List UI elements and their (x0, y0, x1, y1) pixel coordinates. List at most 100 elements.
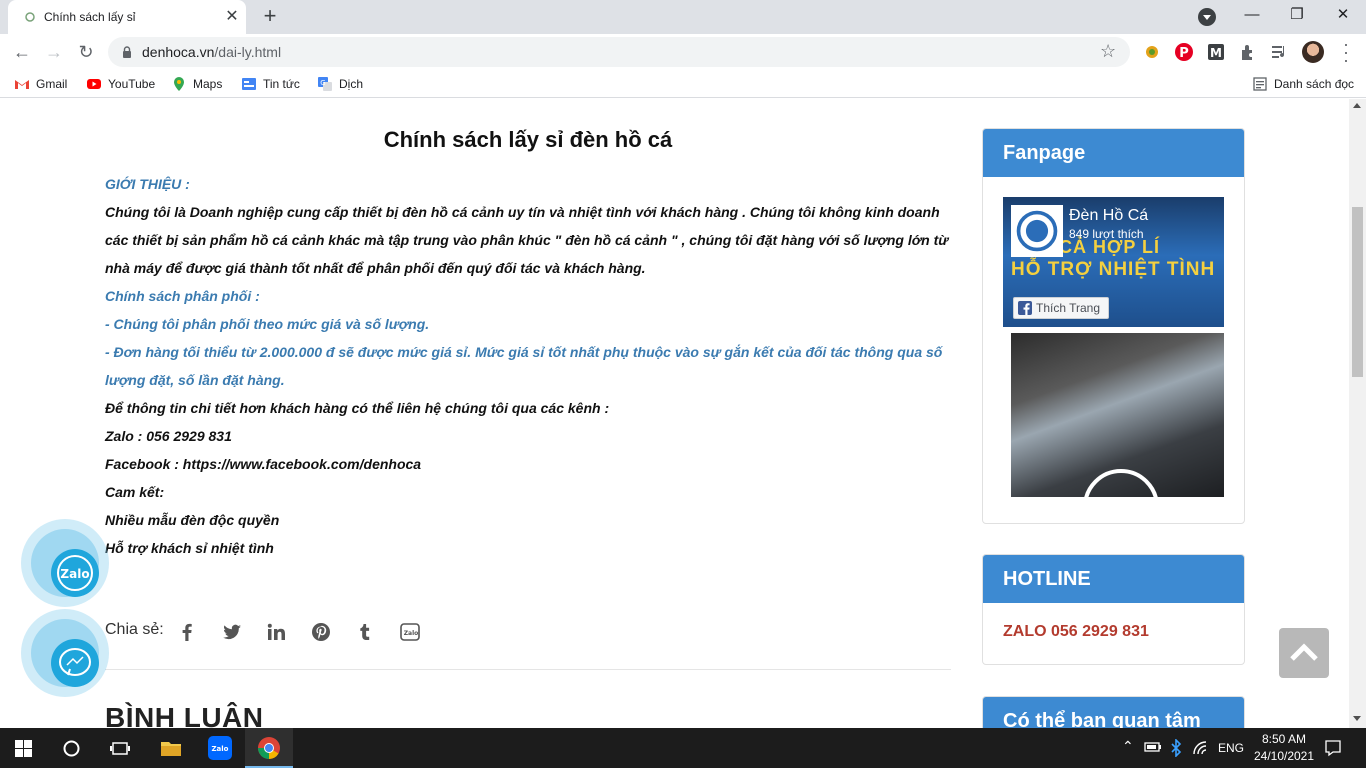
page-viewport: Chính sách lấy sỉ đèn hồ cá GIỚI THIỆU :… (0, 99, 1366, 728)
messenger-chat-ring (31, 619, 99, 687)
messenger-icon (59, 648, 91, 676)
url-text: denhoca.vn/dai-ly.html (142, 44, 282, 60)
m-extension-icon[interactable]: M (1206, 42, 1226, 62)
profile-avatar[interactable] (1302, 41, 1324, 63)
policy-item-2-line-2: lượng đặt, số lần đặt hàng. (105, 372, 285, 388)
share-label: Chia sẻ: (105, 621, 164, 638)
gmail-icon (15, 80, 29, 89)
google-translate-icon: G (318, 77, 332, 91)
cortana-circle-icon (63, 740, 80, 757)
media-control-icon[interactable] (1270, 42, 1290, 62)
tab-close-icon[interactable]: ✕ (222, 7, 242, 27)
fb-page-name[interactable]: Đèn Hồ Cá (1069, 207, 1148, 225)
forward-arrow-icon[interactable]: → (42, 40, 66, 64)
new-tab-button[interactable]: + (258, 5, 282, 29)
bluetooth-icon[interactable] (1170, 739, 1182, 757)
svg-text:Zalo: Zalo (211, 745, 228, 753)
tray-overflow-icon[interactable]: ⌃ (1122, 738, 1134, 755)
scroll-up-arrow-icon[interactable] (1353, 103, 1361, 108)
facebook-icon (1018, 301, 1032, 315)
bookmark-maps[interactable]: Maps (171, 76, 222, 92)
commit-item-1: Nhiều mẫu đèn độc quyền (105, 512, 280, 528)
minimize-icon[interactable]: — (1237, 3, 1267, 27)
linkedin-share-icon[interactable] (265, 621, 287, 643)
twitter-share-icon[interactable] (221, 621, 243, 643)
facebook-page-embed[interactable]: IÁ CẢ HỢP LÍ HỖ TRỢ NHIỆT TÌNH Đèn Hồ Cá… (1003, 197, 1224, 497)
svg-text:G: G (320, 79, 325, 87)
input-language[interactable]: ENG (1218, 741, 1244, 755)
hotline-number[interactable]: ZALO 056 2929 831 (1003, 623, 1149, 641)
tab-title: Chính sách lấy sỉ (44, 10, 136, 24)
back-to-top-button[interactable] (1279, 628, 1329, 678)
lock-icon[interactable] (120, 45, 134, 59)
tumblr-share-icon[interactable] (354, 621, 376, 643)
comments-heading: BÌNH LUẬN (105, 702, 264, 728)
bookmark-news[interactable]: Tin tức (241, 76, 300, 92)
zalo-app-icon: Zalo (208, 736, 232, 760)
bookmark-star-icon[interactable]: ☆ (1100, 41, 1116, 62)
task-view-button[interactable] (96, 728, 144, 768)
scroll-down-arrow-icon[interactable] (1353, 716, 1361, 721)
extensions-puzzle-icon[interactable] (1238, 42, 1258, 62)
hotline-title: HOTLINE (983, 555, 1244, 603)
scroll-thumb[interactable] (1352, 207, 1363, 377)
pinterest-extension-icon[interactable]: P (1174, 42, 1194, 62)
pinterest-share-icon[interactable] (310, 621, 332, 643)
google-news-icon (242, 78, 256, 90)
reading-list[interactable]: Danh sách đọc (1252, 76, 1354, 92)
facebook-video-thumbnail[interactable] (1011, 333, 1224, 497)
start-button[interactable] (0, 728, 48, 768)
policy-item-1: - Chúng tôi phân phối theo mức giá và số… (105, 316, 430, 332)
zalo-chat-button[interactable]: Zalo (21, 519, 109, 607)
clock-time[interactable]: 8:50 AM (1256, 732, 1312, 746)
browser-toolbar: ← → ↻ denhoca.vn/dai-ly.html ☆ P M · · · (0, 34, 1366, 70)
messenger-chat-button[interactable] (21, 609, 109, 697)
hotline-widget: HOTLINE ZALO 056 2929 831 (982, 554, 1245, 665)
svg-text:Zalo: Zalo (60, 567, 89, 581)
wifi-icon[interactable] (1192, 740, 1208, 756)
taskbar-chrome[interactable] (245, 728, 293, 768)
tab-search-icon[interactable] (1198, 8, 1216, 26)
clock-date[interactable]: 24/10/2021 (1252, 749, 1316, 763)
facebook-share-icon[interactable] (176, 621, 198, 643)
chrome-menu-icon[interactable]: · · · (1340, 35, 1352, 69)
reload-icon[interactable]: ↻ (74, 40, 98, 64)
svg-text:Zalo: Zalo (404, 630, 419, 637)
taskbar-file-explorer[interactable] (147, 728, 195, 768)
intro-line-3: nhà máy để được giá thành tốt nhất để ph… (105, 260, 646, 276)
maps-pin-icon (174, 77, 184, 91)
windows-taskbar: Zalo ⌃ ENG 8:50 AM 24/10/2021 (0, 728, 1366, 768)
related-widget: Có thể bạn quan tâm (982, 696, 1245, 728)
page-scrollbar[interactable] (1349, 99, 1366, 728)
bookmark-translate[interactable]: G Dịch (317, 76, 363, 92)
extension-flower-icon[interactable] (1142, 42, 1162, 62)
active-tab[interactable]: Chính sách lấy sỉ ✕ (8, 0, 246, 34)
zalo-icon: Zalo (57, 555, 93, 591)
svg-text:M: M (1210, 46, 1222, 60)
back-arrow-icon[interactable]: ← (10, 40, 34, 64)
restore-icon[interactable]: ❐ (1282, 3, 1312, 27)
bookmark-youtube[interactable]: YouTube (86, 76, 155, 92)
share-divider (105, 669, 951, 670)
search-button[interactable] (48, 728, 96, 768)
facebook-cover: IÁ CẢ HỢP LÍ HỖ TRỢ NHIỆT TÌNH Đèn Hồ Cá… (1003, 197, 1224, 327)
window-close-icon[interactable]: ✕ (1328, 3, 1358, 27)
play-icon[interactable] (1081, 467, 1161, 497)
bookmarks-bar: Gmail YouTube Maps Tin tức G Dịch Danh s… (0, 70, 1366, 98)
policy-heading: Chính sách phân phối : (105, 288, 260, 304)
notifications-icon[interactable] (1324, 739, 1342, 757)
commit-item-2: Hỗ trợ khách sỉ nhiệt tình (105, 540, 274, 556)
address-bar[interactable]: denhoca.vn/dai-ly.html ☆ (108, 37, 1130, 67)
taskbar-zalo[interactable]: Zalo (196, 728, 244, 768)
fanpage-widget: Fanpage IÁ CẢ HỢP LÍ HỖ TRỢ NHIỆT TÌNH Đ… (982, 128, 1245, 524)
fb-like-page-button[interactable]: Thích Trang (1013, 297, 1109, 319)
task-view-icon (110, 742, 130, 755)
contact-zalo: Zalo : 056 2929 831 (105, 428, 232, 444)
tab-strip: Chính sách lấy sỉ ✕ + — ❐ ✕ (0, 0, 1366, 34)
policy-item-2-line-1: - Đơn hàng tối thiểu từ 2.000.000 đ sẽ đ… (105, 344, 943, 360)
bookmark-gmail[interactable]: Gmail (14, 76, 67, 92)
zalo-share-icon[interactable]: Zalo (399, 621, 421, 643)
fb-cover-line-2: HỖ TRỢ NHIỆT TÌNH (1011, 259, 1216, 280)
windows-logo-icon (15, 740, 32, 757)
battery-icon[interactable] (1144, 740, 1162, 754)
